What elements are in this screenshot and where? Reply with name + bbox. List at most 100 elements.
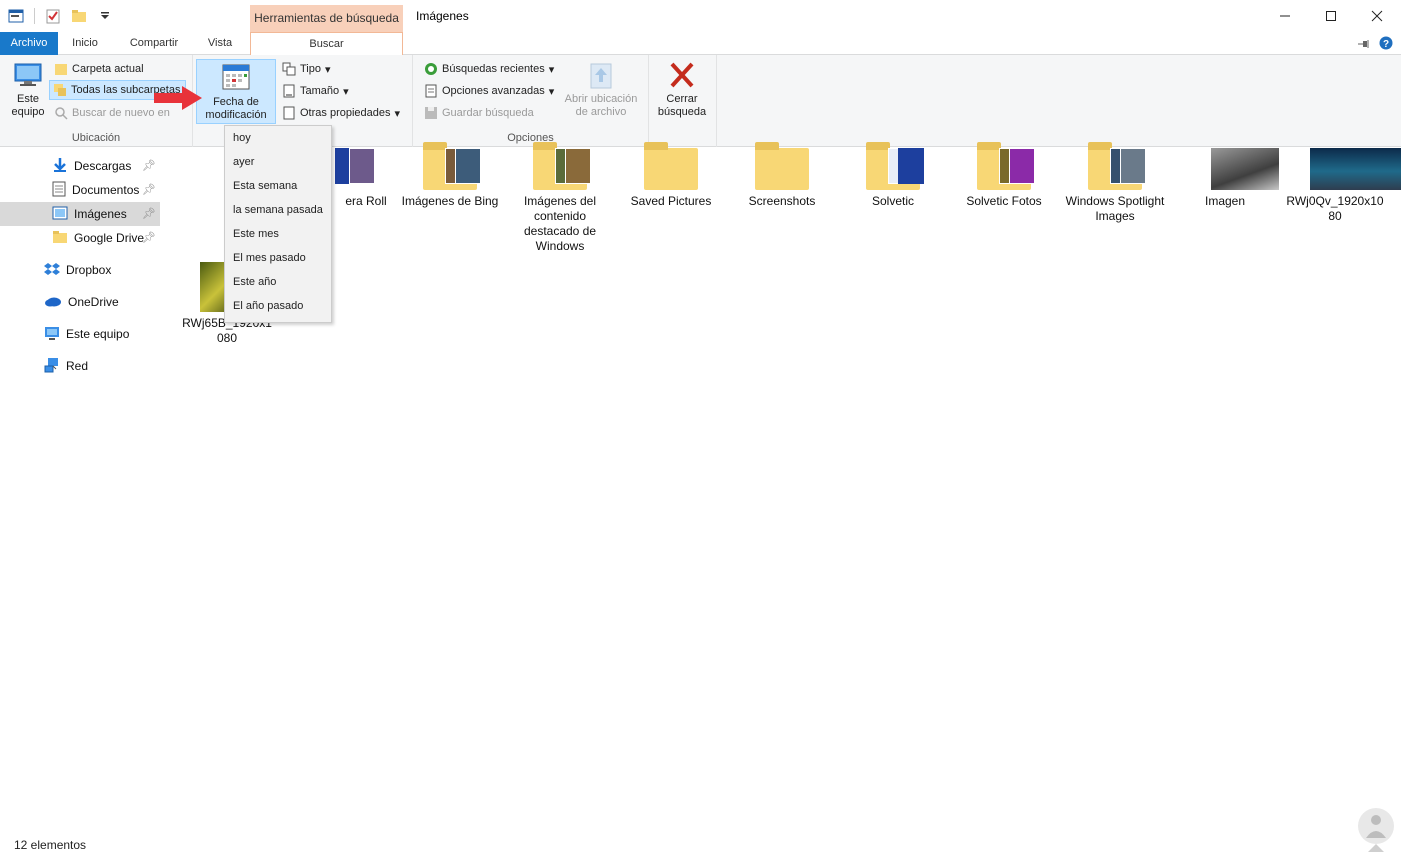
otras-propiedades-button[interactable]: Otras propiedades ▾: [279, 103, 403, 123]
fecha-dropdown-menu: hoy ayer Esta semana la semana pasada Es…: [224, 125, 332, 323]
tab-inicio[interactable]: Inicio: [62, 32, 108, 55]
file-item-label: Imágenes del contenido destacado de Wind…: [523, 194, 597, 253]
tab-vista[interactable]: Vista: [196, 32, 244, 55]
pin-icon[interactable]: 📌︎: [142, 183, 156, 196]
search-again-icon: [54, 106, 68, 120]
menu-item-mes-pasado[interactable]: El mes pasado: [225, 246, 331, 270]
menu-item-este-ano[interactable]: Este año: [225, 270, 331, 294]
nav-item-imagenes[interactable]: Imágenes 📌︎: [0, 202, 160, 226]
customize-toolbar-icon[interactable]: [97, 8, 113, 24]
close-search-icon: [666, 59, 698, 91]
pin-icon[interactable]: 📌︎: [142, 207, 156, 220]
ribbon-tab-bar: Archivo Inicio Compartir Vista Buscar ?: [0, 32, 1401, 56]
tab-buscar[interactable]: Buscar: [250, 32, 403, 56]
network-icon: [44, 357, 60, 376]
menu-item-ayer[interactable]: ayer: [225, 150, 331, 174]
menu-item-semana-pasada[interactable]: la semana pasada: [225, 198, 331, 222]
file-item-label: Imágenes de Bing: [401, 194, 499, 208]
advanced-options-icon: [424, 84, 438, 98]
annotation-arrow-icon: [154, 86, 202, 110]
new-folder-icon[interactable]: [71, 8, 87, 24]
folder-icon: [969, 142, 1039, 190]
file-item-rwj0qv[interactable]: RWj0Qv_1920x1080: [1280, 148, 1401, 224]
cerrar-group: Cerrar búsqueda: [649, 55, 717, 147]
pin-icon[interactable]: 📌︎: [142, 159, 156, 172]
file-item-label: era Roll: [345, 194, 387, 208]
minimize-button[interactable]: [1262, 0, 1308, 32]
image-thumbnail: [1300, 148, 1401, 190]
status-bar-count: 12 elementos: [14, 838, 87, 852]
abrir-ubicacion-button[interactable]: Abrir ubicación de archivo: [557, 59, 645, 119]
pin-ribbon-icon[interactable]: [1357, 38, 1369, 52]
nav-item-documentos[interactable]: Documentos 📌︎: [0, 178, 160, 202]
close-icon: [1371, 10, 1383, 22]
tab-archivo[interactable]: Archivo: [0, 32, 58, 55]
file-item-windows-spotlight[interactable]: Windows Spotlight Images: [1060, 142, 1170, 224]
tipo-button[interactable]: Tipo ▾: [279, 59, 334, 79]
nav-item-red[interactable]: Red: [0, 354, 160, 378]
nav-label: Imágenes: [74, 207, 127, 221]
tamano-button[interactable]: Tamaño ▾: [279, 81, 352, 101]
maximize-icon: [1326, 11, 1336, 21]
menu-item-este-mes[interactable]: Este mes: [225, 222, 331, 246]
file-item-label: Solvetic: [871, 194, 915, 208]
minimize-icon: [1280, 15, 1290, 17]
file-item-screenshots[interactable]: Screenshots: [727, 142, 837, 209]
nav-label: Descargas: [74, 159, 132, 173]
fecha-modificacion-button[interactable]: Fecha de modificación: [196, 59, 276, 124]
tipo-label: Tipo: [300, 63, 321, 75]
dropdown-arrow-icon: ▾: [548, 85, 555, 98]
nav-item-este-equipo[interactable]: Este equipo: [0, 322, 160, 346]
file-item-imagenes-de-bing[interactable]: Imágenes de Bing: [395, 142, 505, 209]
tamano-label: Tamaño: [300, 85, 340, 97]
folder-icon: [525, 142, 595, 190]
opciones-avanzadas-label: Opciones avanzadas: [442, 85, 545, 97]
menu-item-ano-pasado[interactable]: El año pasado: [225, 294, 331, 318]
document-icon: [52, 181, 66, 200]
close-button[interactable]: [1354, 0, 1400, 32]
separator: [34, 8, 35, 24]
file-list: era Roll Imágenes de Bing Imágenes del c…: [180, 142, 1401, 828]
pin-icon[interactable]: 📌︎: [142, 231, 156, 244]
file-item-solvetic-fotos[interactable]: Solvetic Fotos: [949, 142, 1059, 209]
carpeta-actual-button[interactable]: Carpeta actual: [51, 59, 147, 79]
file-item-saved-pictures[interactable]: Saved Pictures: [616, 142, 726, 209]
nav-item-google-drive[interactable]: Google Drive 📌︎: [0, 226, 160, 250]
dropdown-arrow-icon: ▾: [394, 107, 401, 120]
fecha-modificacion-label: Fecha de modificación: [205, 96, 267, 121]
nav-item-dropbox[interactable]: Dropbox: [0, 258, 160, 282]
file-item-imagenes-destacado[interactable]: Imágenes del contenido destacado de Wind…: [505, 142, 615, 254]
nav-item-onedrive[interactable]: OneDrive: [0, 290, 160, 314]
properties-icon: [282, 106, 296, 120]
maximize-button[interactable]: [1308, 0, 1354, 32]
file-item-label: Saved Pictures: [630, 194, 712, 208]
cerrar-busqueda-button[interactable]: Cerrar búsqueda: [653, 59, 711, 119]
tab-compartir[interactable]: Compartir: [118, 32, 190, 55]
file-item-solvetic[interactable]: Solvetic: [838, 142, 948, 209]
properties-icon[interactable]: [45, 8, 61, 24]
guardar-busqueda-label: Guardar búsqueda: [442, 107, 534, 119]
solvetic-watermark-icon: [1358, 808, 1394, 852]
file-item-imagen[interactable]: Imagen: [1170, 148, 1280, 209]
opciones-avanzadas-button[interactable]: Opciones avanzadas ▾: [421, 81, 557, 101]
dropbox-icon: [44, 261, 60, 280]
dropdown-arrow-icon: ▾: [548, 63, 555, 76]
nav-item-descargas[interactable]: Descargas 📌︎: [0, 154, 160, 178]
este-equipo-button[interactable]: Este equipo: [6, 59, 50, 119]
nav-label: Documentos: [72, 183, 140, 197]
file-item-label: Windows Spotlight Images: [1065, 194, 1165, 223]
svg-text:?: ?: [1383, 39, 1389, 50]
opciones-group-label: Opciones: [507, 132, 554, 144]
busquedas-recientes-button[interactable]: Búsquedas recientes ▾: [421, 59, 557, 79]
window-menu-icon[interactable]: [8, 8, 24, 24]
menu-item-hoy[interactable]: hoy: [225, 126, 331, 150]
help-icon[interactable]: ?: [1379, 36, 1393, 53]
computer-icon: [12, 59, 44, 91]
folder-icon: [636, 142, 706, 190]
guardar-busqueda-button[interactable]: Guardar búsqueda: [421, 103, 537, 123]
folder-icon: [1080, 142, 1150, 190]
menu-item-esta-semana[interactable]: Esta semana: [225, 174, 331, 198]
file-item-label: RWj0Qv_1920x1080: [1286, 194, 1384, 223]
nav-label: Dropbox: [66, 263, 112, 277]
save-icon: [424, 106, 438, 120]
